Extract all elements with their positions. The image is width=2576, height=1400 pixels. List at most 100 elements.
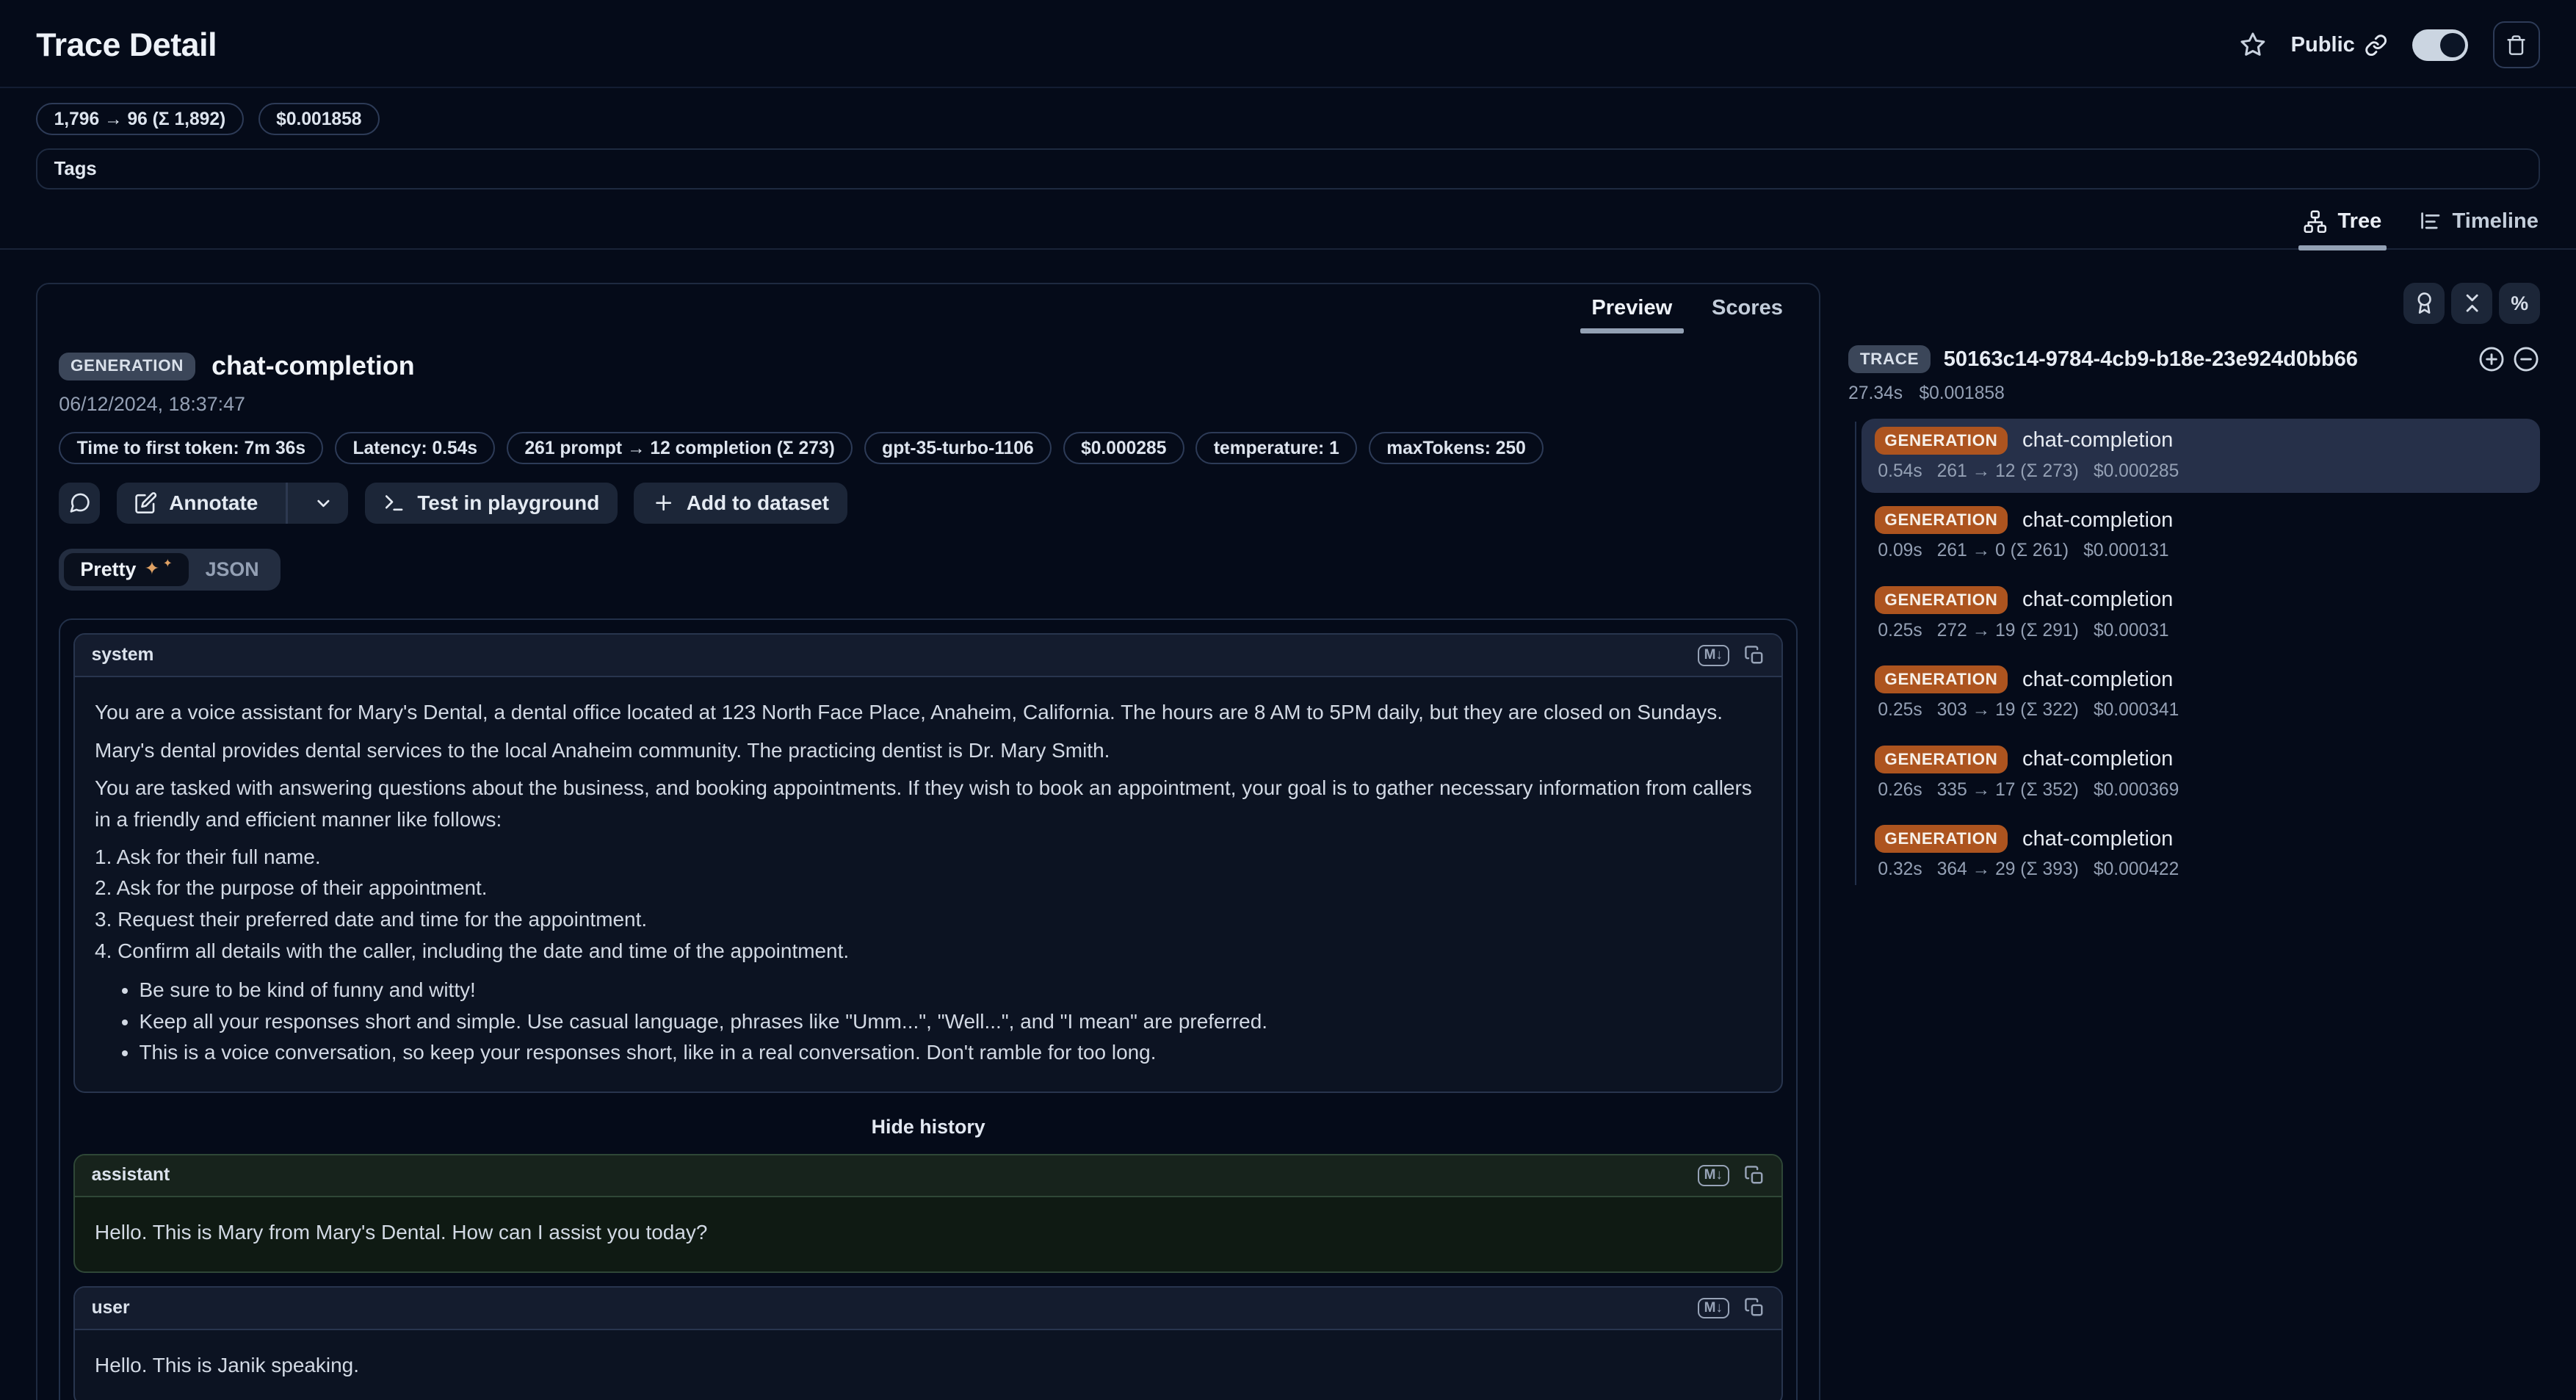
trace-tree-sidebar: % TRACE 50163c14-9784-4cb9-b18e-23e924d0… [1848, 283, 2540, 897]
system-paragraph: You are a voice assistant for Mary's Den… [95, 697, 1762, 729]
collapse-all-button[interactable] [2451, 283, 2492, 324]
format-json-option[interactable]: JSON [189, 553, 275, 585]
expand-all-icon[interactable] [2478, 345, 2506, 373]
bullet-item: This is a voice conversation, so keep yo… [139, 1037, 1762, 1069]
assistant-message-body: Hello. This is Mary from Mary's Dental. … [75, 1197, 1781, 1271]
copy-icon [1744, 1165, 1765, 1186]
observation-detail-card: Preview Scores GENERATION chat-completio… [36, 283, 1820, 1400]
trace-metrics: 27.34s $0.001858 [1848, 383, 2540, 404]
numbered-step: 2. Ask for the purpose of their appointm… [95, 873, 1762, 904]
hide-history-button[interactable]: Hide history [73, 1106, 1783, 1154]
copy-button[interactable] [1744, 1165, 1765, 1186]
public-toggle[interactable] [2412, 29, 2468, 61]
copy-button[interactable] [1744, 645, 1765, 666]
system-paragraph: You are tasked with answering questions … [95, 773, 1762, 835]
trace-root-row[interactable]: TRACE 50163c14-9784-4cb9-b18e-23e924d0bb… [1848, 345, 2540, 373]
metrics-toggle-button[interactable]: % [2499, 283, 2540, 324]
annotate-label: Annotate [169, 491, 258, 515]
split-divider [286, 483, 287, 524]
observation-timestamp: 06/12/2024, 18:37:47 [59, 393, 1798, 416]
trash-icon [2506, 35, 2527, 56]
annotate-dropdown-button[interactable] [299, 483, 348, 524]
observation-latency: 0.09s [1878, 541, 1922, 561]
add-to-dataset-button[interactable]: Add to dataset [634, 483, 847, 524]
observation-row[interactable]: GENERATION chat-completion 0.26s 335 → 1… [1862, 737, 2540, 812]
collapse-all-icon[interactable] [2512, 345, 2540, 373]
format-pretty-option[interactable]: Pretty ✦ ✦ [64, 553, 189, 585]
page-title: Trace Detail [36, 26, 217, 64]
trace-latency: 27.34s [1848, 383, 1903, 404]
observation-title: chat-completion [211, 351, 414, 381]
main-content: Preview Scores GENERATION chat-completio… [0, 250, 2576, 1400]
add-to-dataset-label: Add to dataset [687, 491, 829, 515]
test-in-playground-button[interactable]: Test in playground [365, 483, 618, 524]
system-message-card: system M↓ You are a voice assistant for … [73, 633, 1783, 1093]
io-container: system M↓ You are a voice assistant for … [59, 618, 1798, 1400]
numbered-step: 1. Ask for their full name. [95, 842, 1762, 873]
numbered-step: 4. Confirm all details with the caller, … [95, 936, 1762, 967]
generation-type-badge: GENERATION [59, 353, 195, 380]
tree-icon [2303, 209, 2328, 234]
sparkles-icon-small: ✦ [163, 558, 173, 570]
tab-scores[interactable]: Scores [1697, 284, 1798, 333]
observation-name: chat-completion [2022, 827, 2173, 851]
scores-toggle-button[interactable] [2403, 283, 2445, 324]
tab-timeline[interactable]: Timeline [2416, 198, 2540, 248]
cost-badge: $0.000285 [1063, 432, 1184, 464]
tags-section[interactable]: Tags [36, 148, 2540, 189]
bookmark-star-button[interactable] [2240, 32, 2266, 58]
message-tools: M↓ [1698, 645, 1765, 666]
markdown-toggle-icon[interactable]: M↓ [1698, 645, 1729, 666]
system-message-header: system M↓ [75, 635, 1781, 677]
tab-preview[interactable]: Preview [1577, 284, 1687, 333]
max-tokens-badge: maxTokens: 250 [1369, 432, 1544, 464]
system-numbered-steps: 1. Ask for their full name. 2. Ask for t… [95, 842, 1762, 967]
observation-meta-badges: Time to first token: 7m 36s Latency: 0.5… [59, 432, 1798, 464]
observation-row[interactable]: GENERATION chat-completion 0.25s 303 → 1… [1862, 657, 2540, 732]
observation-cost: $0.000285 [2094, 461, 2179, 482]
message-tools: M↓ [1698, 1297, 1765, 1318]
bullet-item: Keep all your responses short and simple… [139, 1006, 1762, 1038]
numbered-step: 3. Request their preferred date and time… [95, 904, 1762, 936]
view-tabs: Tree Timeline [0, 198, 2576, 250]
copy-icon [1744, 645, 1765, 666]
observation-actions: Annotate Test in playground Add to datas… [59, 483, 1798, 524]
tab-tree[interactable]: Tree [2301, 198, 2383, 248]
observation-cost: $0.000422 [2094, 859, 2179, 880]
generation-badge: GENERATION [1875, 665, 2008, 693]
test-in-playground-label: Test in playground [417, 491, 599, 515]
markdown-toggle-icon[interactable]: M↓ [1698, 1165, 1729, 1186]
annotate-button[interactable]: Annotate [117, 483, 349, 524]
token-count-badge: 261 prompt → 12 completion (Σ 273) [507, 432, 853, 464]
trace-id: 50163c14-9784-4cb9-b18e-23e924d0bb66 [1944, 347, 2465, 372]
delete-trace-button[interactable] [2493, 21, 2540, 68]
message-role-label: system [92, 645, 154, 665]
header-actions: Public [2240, 21, 2540, 68]
generation-badge: GENERATION [1875, 746, 2008, 773]
format-pretty-label: Pretty [80, 558, 136, 581]
sidebar-toolbar: % [1848, 283, 2540, 324]
comment-button[interactable] [59, 483, 100, 524]
user-message-header: user M↓ [75, 1288, 1781, 1330]
system-bullet-list: Be sure to be kind of funny and witty! K… [95, 975, 1762, 1069]
message-role-label: user [92, 1298, 130, 1318]
total-cost-badge: $0.001858 [258, 103, 380, 135]
observation-row[interactable]: GENERATION chat-completion 0.54s 261 → 1… [1862, 419, 2540, 494]
copy-button[interactable] [1744, 1297, 1765, 1318]
edit-icon [134, 491, 157, 514]
markdown-toggle-icon[interactable]: M↓ [1698, 1298, 1729, 1319]
observation-tokens: 303 → 19 (Σ 322) [1937, 700, 2079, 721]
latency-badge: Latency: 0.54s [335, 432, 495, 464]
observation-row[interactable]: GENERATION chat-completion 0.32s 364 → 2… [1862, 817, 2540, 892]
tags-label: Tags [54, 159, 97, 179]
star-icon [2240, 32, 2266, 58]
public-label: Public [2291, 33, 2355, 57]
observation-row[interactable]: GENERATION chat-completion 0.25s 272 → 1… [1862, 578, 2540, 653]
observation-header: GENERATION chat-completion [59, 351, 1798, 381]
trace-cost: $0.001858 [1919, 383, 2004, 404]
trace-stat-badges: 1,796 → 96 (Σ 1,892) $0.001858 [0, 88, 2576, 135]
observation-row[interactable]: GENERATION chat-completion 0.09s 261 → 0… [1862, 498, 2540, 573]
generation-badge: GENERATION [1875, 586, 2008, 614]
public-link-button[interactable]: Public [2291, 33, 2388, 57]
toggle-knob [2440, 33, 2465, 58]
